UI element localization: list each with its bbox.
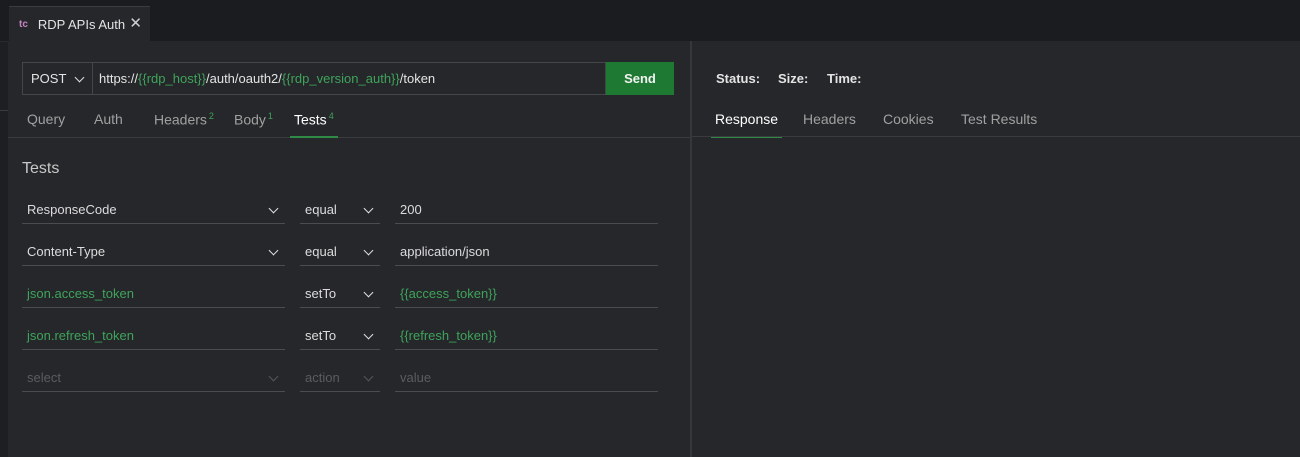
value-text: {{refresh_token}} [400,328,497,343]
response-tabs-divider [692,136,1300,137]
method-value: POST [31,71,67,86]
tab-label: Query [27,111,66,127]
test-row-empty: select action value [22,364,662,394]
value-input[interactable]: {{access_token}} [395,280,658,308]
chevron-down-icon [363,245,374,256]
test-row: json.refresh_token setTo {{refresh_token… [22,322,662,352]
url-variable: {{rdp_version_auth}} [281,71,400,86]
url-part: https:// [99,71,139,86]
panel-edge [0,110,8,111]
action-select[interactable]: equal [300,238,380,266]
value-input[interactable]: value [395,364,658,392]
tab-label: Auth [94,111,123,127]
tab-response[interactable]: Response [711,111,783,138]
value-text: 200 [400,202,422,217]
value-text: {{access_token}} [400,286,497,301]
test-select-value: json.refresh_token [27,328,134,343]
tab-label: Headers [154,111,207,128]
url-input[interactable]: https://{{rdp_host}}/auth/oauth2/{{rdp_v… [92,62,606,95]
test-select[interactable]: json.access_token [22,280,285,308]
tab-label: Body [234,111,266,128]
chevron-down-icon [363,287,374,298]
request-panel: POST https://{{rdp_host}}/auth/oauth2/{{… [8,41,690,457]
request-tab-title: RDP APIs Auth [37,16,126,32]
test-row: json.access_token setTo {{access_token}} [22,280,662,310]
value-placeholder: value [400,370,432,385]
chevron-down-icon [74,72,85,83]
request-subtabs: Query Auth Headers 2 Body 1 Tests 4 [8,107,690,138]
test-select-placeholder: select [27,370,61,385]
test-select[interactable]: json.refresh_token [22,322,285,350]
test-select-value: Content-Type [27,244,106,259]
chevron-down-icon [268,203,279,214]
tab-tests[interactable]: Tests 4 [290,111,338,138]
count-badge: 2 [208,111,214,121]
method-select[interactable]: POST [22,62,92,95]
send-button[interactable]: Send [606,62,674,95]
action-value: setTo [305,328,337,343]
action-select[interactable]: action [300,364,380,392]
test-select-value: ResponseCode [27,202,117,217]
test-select[interactable]: select [22,364,285,392]
tab-response-headers[interactable]: Headers [803,111,856,136]
tab-query[interactable]: Query [27,111,65,136]
test-select-value: json.access_token [27,286,134,301]
tab-body[interactable]: Body 1 [234,111,273,136]
tab-cookies[interactable]: Cookies [883,111,934,136]
url-part: /auth/oauth2/ [206,71,282,86]
action-select[interactable]: setTo [300,322,380,350]
action-select[interactable]: setTo [300,280,380,308]
chevron-down-icon [268,245,279,256]
thunder-client-icon: tc [19,18,28,30]
chevron-down-icon [363,371,374,382]
tab-bar: tc RDP APIs Auth ✕ [0,0,1300,42]
test-select[interactable]: ResponseCode [22,196,285,224]
time-label: Time: [827,71,862,86]
response-panel: Status: Size: Time: Response Headers Coo… [692,41,1300,457]
url-part: /token [399,71,436,86]
url-bar: POST https://{{rdp_host}}/auth/oauth2/{{… [22,62,674,95]
request-tab[interactable]: tc RDP APIs Auth ✕ [9,6,150,41]
size-label: Size: [778,71,809,86]
close-icon[interactable]: ✕ [129,14,142,32]
tab-auth[interactable]: Auth [94,111,123,136]
action-value: equal [305,244,337,259]
value-input[interactable]: {{refresh_token}} [395,322,658,350]
tests-heading: Tests [22,160,60,177]
url-variable: {{rdp_host}} [138,71,206,86]
chevron-down-icon [363,329,374,340]
action-placeholder: action [305,370,340,385]
count-badge: 1 [267,111,273,121]
action-value: equal [305,202,337,217]
action-select[interactable]: equal [300,196,380,224]
status-label: Status: [716,71,761,86]
test-select[interactable]: Content-Type [22,238,285,266]
action-value: setTo [305,286,337,301]
chevron-down-icon [363,203,374,214]
value-text: application/json [400,244,490,259]
tab-label: Tests [294,111,327,128]
test-row: Content-Type equal application/json [22,238,662,268]
tab-test-results[interactable]: Test Results [961,111,1037,136]
value-input[interactable]: application/json [395,238,658,266]
count-badge: 4 [328,111,334,121]
chevron-down-icon [268,371,279,382]
test-row: ResponseCode equal 200 [22,196,662,226]
tab-headers[interactable]: Headers 2 [154,111,214,136]
value-input[interactable]: 200 [395,196,658,224]
